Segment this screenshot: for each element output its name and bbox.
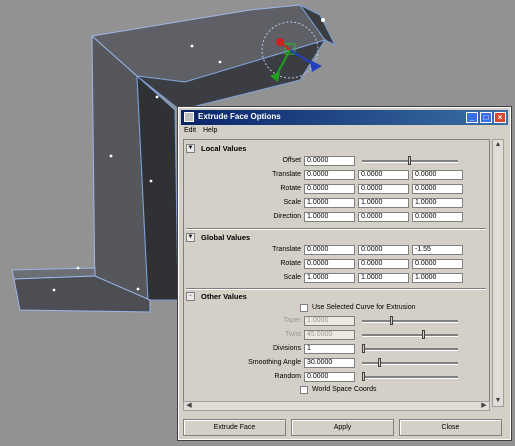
world-space-coords-checkbox[interactable] bbox=[300, 386, 308, 394]
global-scale-y[interactable]: 1.0000 bbox=[358, 273, 409, 283]
direction-y[interactable]: 0.0000 bbox=[358, 212, 409, 222]
smoothing-angle-field[interactable]: 30.0000 bbox=[304, 358, 355, 368]
global-scale-label: Scale bbox=[283, 274, 301, 281]
random-slider[interactable] bbox=[362, 372, 458, 382]
manipulator-x-handle[interactable] bbox=[276, 38, 284, 46]
random-label: Random bbox=[274, 373, 301, 380]
scroll-up-icon[interactable]: ▲ bbox=[493, 140, 503, 150]
use-selected-curve-checkbox[interactable] bbox=[300, 304, 308, 312]
local-translate-y[interactable]: 0.0000 bbox=[358, 170, 409, 180]
global-scale-x[interactable]: 1.0000 bbox=[304, 273, 355, 283]
global-values-title: Global Values bbox=[201, 233, 251, 242]
local-values-title: Local Values bbox=[201, 144, 247, 153]
local-values-header[interactable]: ▼ Local Values bbox=[186, 143, 486, 155]
local-translate-x[interactable]: 0.0000 bbox=[304, 170, 355, 180]
divider bbox=[186, 228, 486, 230]
taper-slider[interactable] bbox=[362, 316, 458, 326]
divisions-field[interactable]: 1 bbox=[304, 344, 355, 354]
window-title: Extrude Face Options bbox=[198, 112, 281, 121]
extrude-face-options-dialog: Extrude Face Options _ □ × Edit Help ▼ L… bbox=[177, 106, 512, 441]
local-rotate-y[interactable]: 0.0000 bbox=[358, 184, 409, 194]
global-rotate-z[interactable]: 0.0000 bbox=[412, 259, 463, 269]
global-rotate-y[interactable]: 0.0000 bbox=[358, 259, 409, 269]
scroll-right-icon[interactable]: ▶ bbox=[479, 401, 489, 411]
apply-button[interactable]: Apply bbox=[291, 419, 394, 436]
global-translate-z[interactable]: -1.55 bbox=[412, 245, 463, 255]
local-rotate-x[interactable]: 0.0000 bbox=[304, 184, 355, 194]
local-scale-x[interactable]: 1.0000 bbox=[304, 198, 355, 208]
options-panel: ▼ Local Values Offset 0.0000 Translate 0… bbox=[183, 139, 490, 407]
offset-slider[interactable] bbox=[362, 156, 458, 166]
smoothing-angle-slider[interactable] bbox=[362, 358, 458, 368]
local-rotate-label: Rotate bbox=[280, 185, 301, 192]
scroll-down-icon[interactable]: ▼ bbox=[493, 396, 503, 406]
global-rotate-x[interactable]: 0.0000 bbox=[304, 259, 355, 269]
collapse-arrow-icon[interactable]: - bbox=[186, 292, 195, 301]
global-translate-x[interactable]: 0.0000 bbox=[304, 245, 355, 255]
maximize-icon[interactable]: □ bbox=[480, 112, 492, 123]
divider bbox=[186, 288, 486, 290]
extrude-face-button[interactable]: Extrude Face bbox=[183, 419, 286, 436]
twist-label: Twist bbox=[285, 331, 301, 338]
local-rotate-z[interactable]: 0.0000 bbox=[412, 184, 463, 194]
global-rotate-label: Rotate bbox=[280, 260, 301, 267]
other-values-title: Other Values bbox=[201, 292, 247, 301]
window-icon bbox=[184, 112, 194, 122]
world-space-coords-label: World Space Coords bbox=[312, 386, 377, 393]
smoothing-angle-label: Smoothing Angle bbox=[248, 359, 301, 366]
collapse-arrow-icon[interactable]: ▼ bbox=[186, 144, 195, 153]
global-scale-z[interactable]: 1.0000 bbox=[412, 273, 463, 283]
direction-x[interactable]: 1.0000 bbox=[304, 212, 355, 222]
global-translate-y[interactable]: 0.0000 bbox=[358, 245, 409, 255]
menu-help[interactable]: Help bbox=[203, 127, 217, 134]
offset-field[interactable]: 0.0000 bbox=[304, 156, 355, 166]
local-translate-label: Translate bbox=[272, 171, 301, 178]
twist-field[interactable]: 45.0000 bbox=[304, 330, 355, 340]
close-icon[interactable]: × bbox=[494, 112, 506, 123]
minimize-icon[interactable]: _ bbox=[466, 112, 478, 123]
collapse-arrow-icon[interactable]: ▼ bbox=[186, 233, 195, 242]
offset-label: Offset bbox=[282, 157, 301, 164]
other-values-header[interactable]: - Other Values bbox=[186, 291, 486, 303]
global-translate-label: Translate bbox=[272, 246, 301, 253]
vertical-scrollbar[interactable]: ▲ ▼ bbox=[492, 139, 504, 407]
direction-z[interactable]: 0.0000 bbox=[412, 212, 463, 222]
local-scale-label: Scale bbox=[283, 199, 301, 206]
random-field[interactable]: 0.0000 bbox=[304, 372, 355, 382]
divisions-label: Divisions bbox=[272, 345, 301, 352]
taper-label: Taper bbox=[283, 317, 301, 324]
menu-bar: Edit Help bbox=[181, 126, 508, 137]
divisions-slider[interactable] bbox=[362, 344, 458, 354]
global-values-header[interactable]: ▼ Global Values bbox=[186, 232, 486, 244]
horizontal-scrollbar[interactable]: ◀ ▶ bbox=[183, 401, 490, 411]
twist-slider[interactable] bbox=[362, 330, 458, 340]
use-selected-curve-label: Use Selected Curve for Extrusion bbox=[312, 304, 416, 311]
menu-edit[interactable]: Edit bbox=[184, 127, 196, 134]
taper-field[interactable]: 1.0000 bbox=[304, 316, 355, 326]
title-bar[interactable]: Extrude Face Options _ □ × bbox=[181, 110, 508, 125]
scroll-left-icon[interactable]: ◀ bbox=[184, 401, 194, 411]
direction-label: Direction bbox=[273, 213, 301, 220]
local-scale-y[interactable]: 1.0000 bbox=[358, 198, 409, 208]
close-button[interactable]: Close bbox=[399, 419, 502, 436]
local-translate-z[interactable]: 0.0000 bbox=[412, 170, 463, 180]
local-scale-z[interactable]: 1.0000 bbox=[412, 198, 463, 208]
